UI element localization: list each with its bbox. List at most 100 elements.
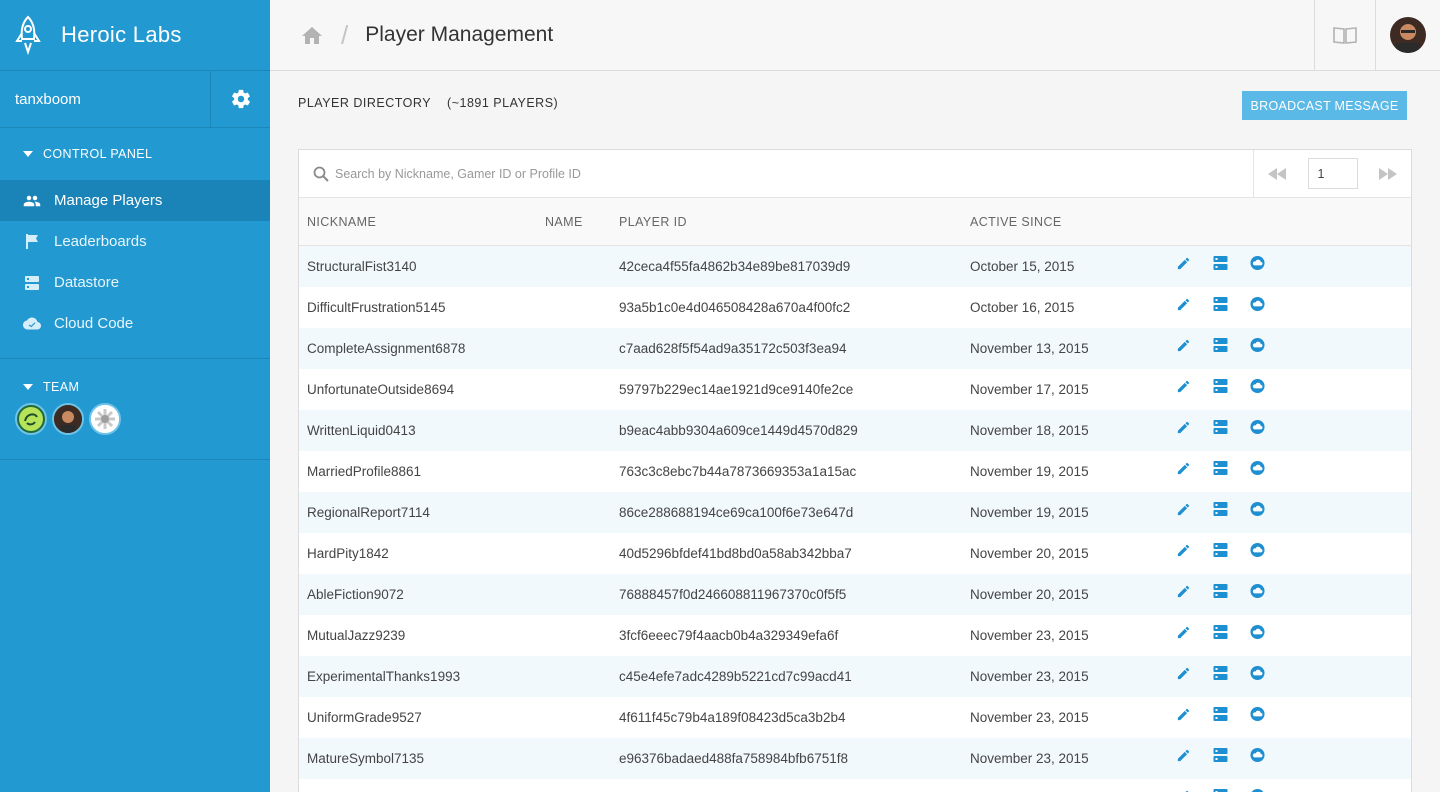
active-since-cell: October 16, 2015 — [970, 300, 1075, 315]
player-storage-button[interactable] — [1213, 379, 1228, 394]
sidebar-item-manage-players[interactable]: Manage Players — [0, 180, 270, 221]
server-icon — [1213, 748, 1228, 762]
table-row[interactable]: MutualJazz9239 3fcf6eeec79f4aacb0b4a3293… — [299, 615, 1411, 656]
table-row[interactable]: ExperimentalThanks1993 c45e4efe7adc4289b… — [299, 656, 1411, 697]
pencil-icon — [1177, 380, 1190, 392]
nickname-cell: UniformGrade9527 — [307, 710, 422, 725]
column-header-name[interactable]: NAME — [545, 215, 619, 229]
player-storage-button[interactable] — [1213, 256, 1228, 271]
player-cloud-button[interactable] — [1250, 501, 1265, 517]
home-icon[interactable] — [302, 26, 322, 44]
player-storage-button[interactable] — [1213, 461, 1228, 476]
player-cloud-button[interactable] — [1250, 378, 1265, 394]
edit-player-button[interactable] — [1176, 584, 1191, 599]
server-icon — [1213, 707, 1228, 721]
edit-player-button[interactable] — [1176, 502, 1191, 517]
nickname-cell: RegionalReport7114 — [307, 505, 430, 520]
double-chevron-right-icon — [1379, 167, 1397, 180]
sidebar-item-label: Datastore — [54, 274, 120, 291]
header-actions — [1314, 0, 1440, 70]
edit-player-button[interactable] — [1176, 256, 1191, 271]
sidebar-item-cloud-code[interactable]: Cloud Code — [0, 303, 270, 344]
edit-player-button[interactable] — [1176, 707, 1191, 722]
team-member-avatar[interactable] — [89, 403, 121, 435]
brand[interactable]: Heroic Labs — [0, 0, 270, 71]
player-storage-button[interactable] — [1213, 420, 1228, 435]
player-cloud-button[interactable] — [1250, 460, 1265, 476]
player-cloud-button[interactable] — [1250, 624, 1265, 640]
edit-player-button[interactable] — [1176, 297, 1191, 312]
previous-page-button[interactable] — [1268, 167, 1286, 180]
player-storage-button[interactable] — [1213, 297, 1228, 312]
player-id-cell: 42ceca4f55fa4862b34e89be817039d9 — [619, 259, 851, 274]
control-panel-toggle[interactable]: CONTROL PANEL — [0, 128, 270, 180]
player-cloud-button[interactable] — [1250, 296, 1265, 312]
table-row[interactable]: CompleteAssignment6878 c7aad628f5f54ad9a… — [299, 328, 1411, 369]
column-header-player-id[interactable]: PLAYER ID — [619, 215, 970, 229]
table-row[interactable]: DifficultFrustration5145 93a5b1c0e4d0465… — [299, 287, 1411, 328]
team-member-avatar[interactable] — [52, 403, 84, 435]
player-cloud-button[interactable] — [1250, 665, 1265, 681]
edit-player-button[interactable] — [1176, 625, 1191, 640]
player-id-cell: 59797b229ec14ae1921d9ce9140fe2ce — [619, 382, 854, 397]
sidebar-item-datastore[interactable]: Datastore — [0, 262, 270, 303]
docs-button[interactable] — [1314, 0, 1375, 70]
edit-player-button[interactable] — [1176, 748, 1191, 763]
player-storage-button[interactable] — [1213, 789, 1228, 792]
team-member-avatar[interactable] — [15, 403, 47, 435]
table-row[interactable]: RegionalReport7114 86ce288688194ce69ca10… — [299, 492, 1411, 533]
table-row[interactable]: MarriedProfile8861 763c3c8ebc7b44a787366… — [299, 451, 1411, 492]
table-row[interactable]: HardPity1842 40d5296bfdef41bd8bd0a58ab34… — [299, 533, 1411, 574]
player-storage-button[interactable] — [1213, 625, 1228, 640]
player-storage-button[interactable] — [1213, 748, 1228, 763]
username[interactable]: tanxboom — [0, 71, 211, 127]
player-cloud-button[interactable] — [1250, 542, 1265, 558]
player-id-cell: b9eac4abb9304a609ce1449d4570d829 — [619, 423, 858, 438]
settings-button[interactable] — [211, 71, 270, 127]
table-row[interactable] — [299, 779, 1411, 792]
table-row[interactable]: MatureSymbol7135 e96376badaed488fa758984… — [299, 738, 1411, 779]
column-header-active-since[interactable]: ACTIVE SINCE — [970, 215, 1176, 229]
edit-player-button[interactable] — [1176, 461, 1191, 476]
table-row[interactable]: WrittenLiquid0413 b9eac4abb9304a609ce144… — [299, 410, 1411, 451]
table-row[interactable]: UnfortunateOutside8694 59797b229ec14ae19… — [299, 369, 1411, 410]
row-actions — [1176, 378, 1265, 394]
edit-player-button[interactable] — [1176, 420, 1191, 435]
row-actions — [1176, 337, 1265, 353]
player-cloud-button[interactable] — [1250, 255, 1265, 271]
broadcast-message-button[interactable]: BROADCAST MESSAGE — [1242, 91, 1407, 120]
player-cloud-button[interactable] — [1250, 583, 1265, 599]
player-id-cell: 4f611f45c79b4a189f08423d5ca3b2b4 — [619, 710, 846, 725]
search-input[interactable] — [335, 166, 1253, 181]
player-cloud-button[interactable] — [1250, 788, 1265, 792]
active-since-cell: November 23, 2015 — [970, 710, 1089, 725]
page-number-input[interactable] — [1307, 158, 1358, 189]
player-storage-button[interactable] — [1213, 666, 1228, 681]
user-row: tanxboom — [0, 71, 270, 128]
edit-player-button[interactable] — [1176, 543, 1191, 558]
player-storage-button[interactable] — [1213, 707, 1228, 722]
edit-player-button[interactable] — [1176, 666, 1191, 681]
table-row[interactable]: StructuralFist3140 42ceca4f55fa4862b34e8… — [299, 246, 1411, 287]
edit-player-button[interactable] — [1176, 379, 1191, 394]
people-icon — [23, 193, 41, 209]
player-cloud-button[interactable] — [1250, 706, 1265, 722]
player-storage-button[interactable] — [1213, 338, 1228, 353]
sidebar-item-leaderboards[interactable]: Leaderboards — [0, 221, 270, 262]
server-icon — [23, 275, 41, 291]
player-cloud-button[interactable] — [1250, 337, 1265, 353]
table-row[interactable]: UniformGrade9527 4f611f45c79b4a189f08423… — [299, 697, 1411, 738]
pencil-icon — [1177, 462, 1190, 474]
table-row[interactable]: AbleFiction9072 76888457f0d2466088119673… — [299, 574, 1411, 615]
column-header-nickname[interactable]: NICKNAME — [299, 215, 545, 229]
pencil-icon — [1177, 257, 1190, 269]
player-storage-button[interactable] — [1213, 543, 1228, 558]
player-cloud-button[interactable] — [1250, 419, 1265, 435]
player-storage-button[interactable] — [1213, 502, 1228, 517]
edit-player-button[interactable] — [1176, 789, 1191, 792]
player-storage-button[interactable] — [1213, 584, 1228, 599]
player-cloud-button[interactable] — [1250, 747, 1265, 763]
user-avatar-button[interactable] — [1375, 0, 1440, 70]
edit-player-button[interactable] — [1176, 338, 1191, 353]
next-page-button[interactable] — [1379, 167, 1397, 180]
